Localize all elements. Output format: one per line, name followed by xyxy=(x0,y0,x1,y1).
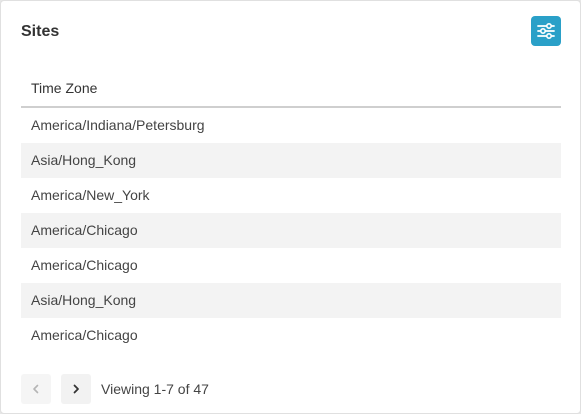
table-row[interactable]: America/Chicago xyxy=(21,248,561,283)
table-row[interactable]: America/New_York xyxy=(21,178,561,213)
sites-card: Sites Time Zone America/Indiana/Petersbu… xyxy=(0,0,581,414)
sliders-icon xyxy=(537,22,555,40)
next-page-button[interactable] xyxy=(61,374,91,404)
card-title: Sites xyxy=(21,23,60,40)
filter-settings-button[interactable] xyxy=(531,16,561,46)
chevron-left-icon xyxy=(33,384,39,394)
time-zone-table: Time Zone America/Indiana/Petersburg Asi… xyxy=(21,71,561,353)
table-row[interactable]: America/Indiana/Petersburg xyxy=(21,108,561,143)
chevron-right-icon xyxy=(73,384,79,394)
table-row[interactable]: America/Chicago xyxy=(21,318,561,353)
table-row[interactable]: Asia/Hong_Kong xyxy=(21,143,561,178)
table-row[interactable]: America/Chicago xyxy=(21,213,561,248)
pagination-status: Viewing 1-7 of 47 xyxy=(101,381,209,397)
pagination: Viewing 1-7 of 47 xyxy=(21,374,209,404)
column-header-time-zone[interactable]: Time Zone xyxy=(21,71,561,108)
table-row[interactable]: Asia/Hong_Kong xyxy=(21,283,561,318)
previous-page-button[interactable] xyxy=(21,374,51,404)
